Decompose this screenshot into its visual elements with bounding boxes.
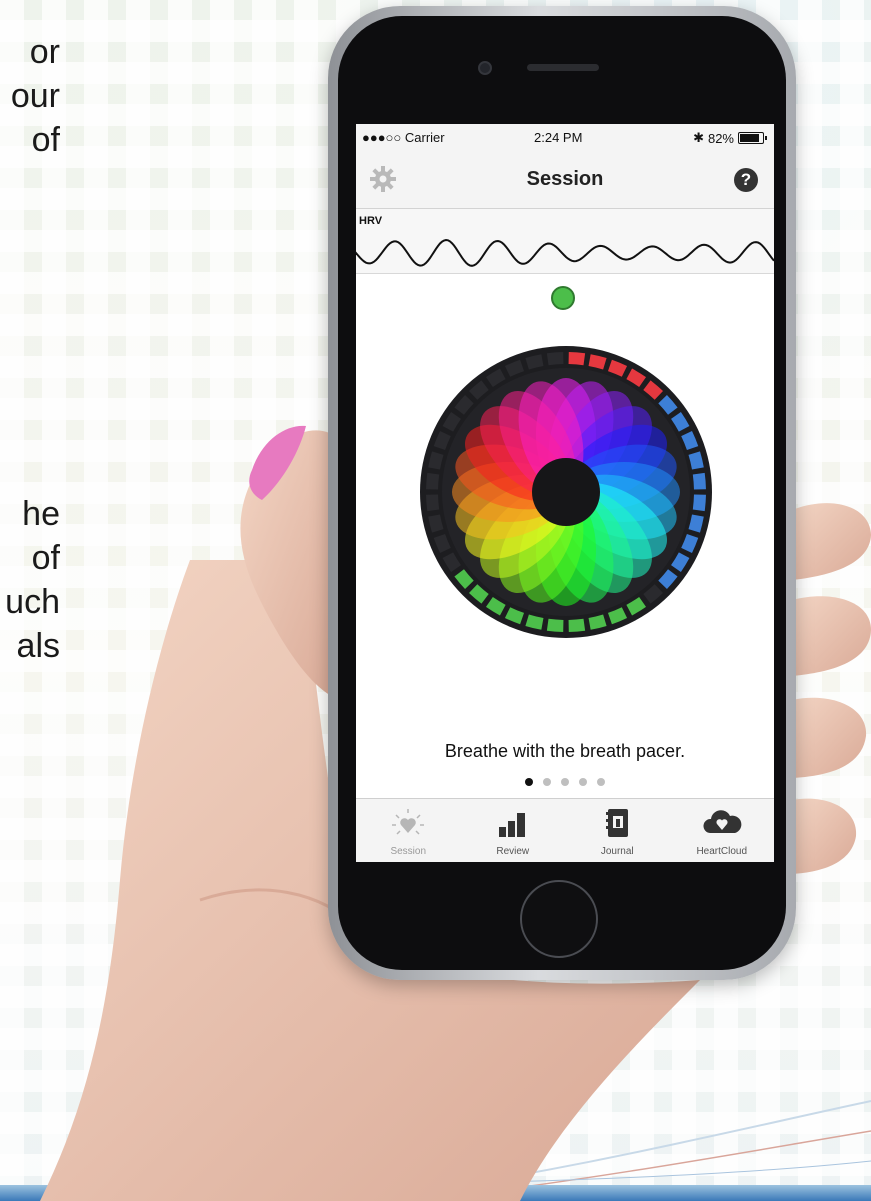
battery-percent: 82%	[707, 130, 734, 146]
status-bar: ●●●○○ Carrier 2:24 PM ✱ 82%	[356, 124, 774, 152]
pacer-ring-segment	[568, 352, 586, 366]
tab-heartcloud[interactable]: HeartCloud	[670, 799, 775, 862]
status-time: 2:24 PM	[534, 130, 583, 145]
home-button[interactable]	[520, 880, 598, 958]
journal-icon	[606, 809, 629, 837]
hrv-waveform	[356, 238, 774, 267]
front-camera	[478, 61, 492, 75]
pacer-ring-segment	[546, 618, 564, 632]
bar-chart-icon	[498, 813, 525, 837]
page-dot	[561, 778, 569, 786]
instruction-text: Breathe with the breath pacer.	[444, 741, 686, 761]
pacer-ring-segment	[568, 618, 586, 632]
pacer-ring-segment	[426, 472, 440, 490]
app-screen: ●●●○○ Carrier 2:24 PM ✱ 82% Session ? HR…	[356, 124, 774, 862]
tab-label: Review	[496, 846, 530, 857]
page-dot	[579, 778, 587, 786]
pacer-ring-segment	[546, 352, 564, 366]
page-dot	[525, 778, 533, 786]
breath-pacer	[420, 346, 712, 638]
tab-review[interactable]: Review	[461, 799, 566, 862]
heart-sparkle-icon	[392, 809, 425, 835]
tab-session[interactable]: Session	[356, 799, 461, 862]
coherence-indicator	[551, 286, 575, 310]
status-right: ✱ 82%	[693, 130, 767, 146]
pacer-ring-segment	[426, 494, 440, 512]
tab-label: Journal	[600, 846, 634, 857]
carrier-signal: ●●●○○ Carrier	[362, 130, 445, 145]
help-icon[interactable]: ?	[734, 168, 758, 192]
cloud-heart-icon	[703, 810, 742, 833]
battery-icon	[738, 132, 767, 144]
pacer-ring-segment	[692, 472, 706, 490]
tab-bar: Session Review Journal HeartCloud	[356, 798, 774, 862]
page-dot	[597, 778, 605, 786]
page-title: Session	[526, 168, 604, 190]
page-dot	[543, 778, 551, 786]
page-indicator	[356, 778, 774, 786]
hrv-graph: HRV	[356, 209, 774, 274]
tab-label: Session	[390, 846, 427, 857]
navigation-bar: Session ?	[356, 152, 774, 209]
bluetooth-icon: ✱	[693, 130, 704, 145]
pacer-ring-segment	[692, 494, 706, 512]
tab-journal[interactable]: Journal	[565, 799, 670, 862]
earpiece-speaker	[527, 64, 599, 71]
tab-label: HeartCloud	[696, 846, 748, 857]
